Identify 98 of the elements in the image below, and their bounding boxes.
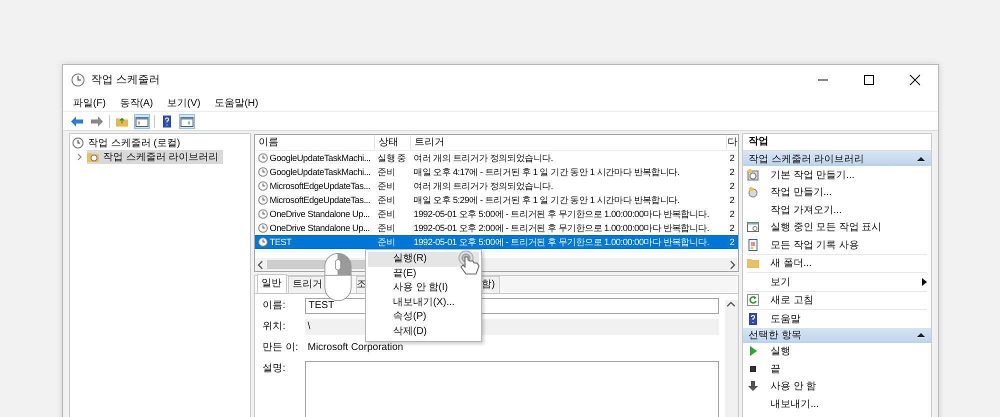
menu-item[interactable]: 도움말(H): [214, 96, 258, 110]
collapse-arrow-icon[interactable]: [917, 332, 925, 338]
action-item[interactable]: 도움말: [770, 312, 927, 326]
clock-icon: [258, 167, 268, 177]
tab[interactable]: 일반: [256, 274, 287, 293]
action-item[interactable]: 작업 가져오기...: [770, 202, 927, 217]
table-cell-text: 2: [728, 152, 736, 165]
table-cell-text: 여러 개의 트리거가 정의되었습니다.: [412, 180, 554, 193]
action-item[interactable]: 작업 만들기...: [770, 185, 927, 200]
menu-item[interactable]: 파일(F): [73, 96, 106, 110]
table-cell-text: TEST: [270, 236, 292, 249]
section-header[interactable]: 작업 스케줄러 라이브러리: [742, 151, 931, 166]
table-cell-text: 2: [728, 208, 736, 221]
table-cell-text: 준비: [376, 166, 396, 179]
table-cell-text: 2: [728, 180, 736, 193]
field-label: 이름:: [262, 299, 286, 313]
column-header[interactable]: 상태: [374, 135, 411, 150]
field-label: 설명:: [262, 362, 286, 376]
table-cell-text: 준비: [376, 236, 396, 249]
clock-icon: [71, 72, 85, 86]
tree-item[interactable]: 작업 스케줄러 (로컬): [72, 136, 248, 150]
action-item[interactable]: 기본 작업 만들기...: [770, 168, 927, 182]
clock-icon: [72, 137, 84, 149]
caret-icon[interactable]: [76, 153, 84, 161]
table-cell-text: GoogleUpdateTaskMachi...: [270, 152, 370, 165]
task-icon: [746, 186, 759, 198]
table-cell-text: 준비: [376, 180, 396, 193]
action-item[interactable]: 새로 고침: [770, 293, 927, 308]
table-cell-text: 1992-05-01 오후 2:00에 - 트리거된 후 무기한으로 1.00:00:00마다 반복합니다.: [412, 222, 710, 235]
clock-icon: [258, 237, 268, 247]
table-cell-text: 1992-05-01 오후 5:00에 - 트리거된 후 무기한으로 1.00:00:00마다 반복합니다.: [412, 208, 710, 221]
table-cell-text: GoogleUpdateTaskMachi...: [270, 166, 370, 179]
section-header[interactable]: 선택한 항목: [742, 328, 931, 342]
clock-icon: [258, 223, 268, 233]
action-item[interactable]: 보기: [770, 274, 922, 289]
task-row[interactable]: OneDrive Standalone Up... 준비 1992-05-01 오후 2:00에 - 트리거된 후 무기한으로 1.00:00:00마다 반복합니다. 2: [254, 221, 738, 235]
field-label: 위치:: [262, 320, 286, 334]
table-cell-text: 여러 개의 트리거가 정의되었습니다.: [412, 152, 554, 165]
menu-item[interactable]: 동작(A): [120, 96, 154, 110]
table-cell-text: 준비: [376, 194, 396, 207]
window-list-icon: [746, 221, 759, 234]
table-cell-text: 2: [728, 194, 736, 207]
table-cell-text: 준비: [376, 222, 396, 235]
vertical-scrollbar[interactable]: [724, 300, 738, 417]
clock-icon: [258, 181, 268, 191]
folder-icon: [746, 257, 759, 270]
tab[interactable]: 트리거: [288, 276, 328, 293]
table-cell-text: MicrosoftEdgeUpdateTas...: [270, 194, 370, 207]
menu-item[interactable]: 보기(V): [167, 96, 200, 110]
action-item[interactable]: 새 폴더...: [770, 256, 927, 270]
table-cell-text: 2: [728, 166, 736, 179]
table-cell-text: 매일 오후 4:17에 - 트리거된 후 1 일 기간 동안 1 시간마다 반복합니다.: [412, 166, 680, 179]
column-header[interactable]: 이름: [254, 135, 375, 150]
forward-arrow-icon[interactable]: [89, 114, 105, 128]
collapse-arrow-icon[interactable]: [917, 156, 925, 162]
action-item[interactable]: 끝: [770, 362, 927, 376]
refresh-icon: [746, 294, 759, 306]
author-value: Microsoft Corporation: [306, 341, 404, 355]
section-title: 선택한 항목: [748, 329, 802, 342]
table-cell-text: 매일 오후 5:29에 - 트리거된 후 1 일 기간 동안 1 시간마다 반복합니다.: [412, 194, 680, 207]
action-item[interactable]: 실행: [770, 344, 927, 358]
table-cell-text: OneDrive Standalone Up...: [270, 222, 370, 235]
task-row[interactable]: MicrosoftEdgeUpdateTas... 준비 여러 개의 트리거가 정의되었습니다. 2: [254, 179, 738, 193]
document-icon: [746, 238, 759, 251]
submenu-arrow-icon: [922, 278, 927, 286]
action-item[interactable]: 내보내기...: [770, 396, 927, 411]
folder-clock-icon: [87, 151, 99, 163]
section-title: 작업 스케줄러 라이브러리: [748, 152, 864, 166]
pane-icon[interactable]: [134, 114, 150, 128]
table-cell-text: MicrosoftEdgeUpdateTas...: [270, 180, 370, 193]
table-cell-text: OneDrive Standalone Up...: [270, 208, 370, 221]
task-row[interactable]: TEST 준비 1992-05-01 오후 5:00에 - 트리거된 후 무기한으로 1.00:00:00마다 반복합니다. 2: [254, 235, 738, 249]
table-cell-text: 2: [728, 236, 736, 249]
task-row[interactable]: GoogleUpdateTaskMachi... 준비 매일 오후 4:17에 - 트리거된 후 1 일 기간 동안 1 시간마다 반복합니다. 2: [254, 165, 738, 179]
clock-icon: [258, 195, 268, 205]
action-item[interactable]: 모든 작업 기록 사용: [770, 238, 927, 252]
field-label: 만든 이:: [262, 341, 300, 355]
tree-item[interactable]: 작업 스케줄러 라이브러리: [87, 150, 223, 164]
table-cell-text: 실행 중: [376, 152, 407, 165]
clock-wizard-icon: [746, 168, 759, 181]
menu-item[interactable]: 사용 안 함(I): [368, 281, 479, 296]
clock-icon: [258, 153, 268, 163]
help-icon: [746, 312, 759, 325]
down-arrow-icon: [746, 380, 759, 392]
action-item[interactable]: 실행 중인 모든 작업 표시: [770, 220, 927, 234]
table-cell-text: 2: [728, 222, 736, 235]
clock-icon: [258, 209, 268, 219]
pane-icon[interactable]: [179, 114, 195, 128]
action-item[interactable]: 사용 안 함: [770, 379, 927, 394]
task-row[interactable]: GoogleUpdateTaskMachi... 실행 중 여러 개의 트리거가 정의되었습니다. 2: [254, 151, 738, 165]
table-cell-text: 1992-05-01 오후 5:00에 - 트리거된 후 무기한으로 1.00:00:00마다 반복합니다.: [412, 236, 710, 249]
column-header[interactable]: 트리거: [410, 135, 727, 150]
task-row[interactable]: MicrosoftEdgeUpdateTas... 준비 매일 오후 5:29에 - 트리거된 후 1 일 기간 동안 1 시간마다 반복합니다. 2: [254, 193, 738, 207]
table-cell-text: 준비: [376, 208, 396, 221]
window-title: 작업 스케줄러: [91, 73, 160, 87]
task-row[interactable]: OneDrive Standalone Up... 준비 1992-05-01 오후 5:00에 - 트리거된 후 무기한으로 1.00:00:00마다 반복합니다. 2: [254, 207, 738, 221]
column-header[interactable]: 다: [726, 135, 738, 150]
menu-item[interactable]: 내보내기(X)...: [368, 296, 479, 310]
